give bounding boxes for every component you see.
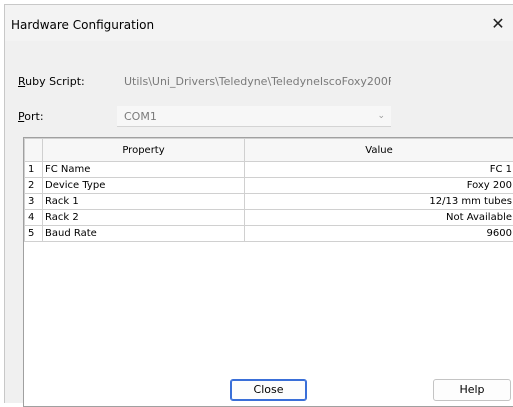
port-select-value: COM1 [124,110,157,123]
property-cell[interactable]: Baud Rate [43,226,245,242]
table-row[interactable]: 3 Rack 1 12/13 mm tubes [25,194,513,210]
row-index: 3 [25,194,43,210]
column-header-property[interactable]: Property [43,139,245,162]
row-index: 1 [25,162,43,178]
title-bar: Hardware Configuration ✕ [5,5,513,41]
hardware-configuration-dialog: Hardware Configuration ✕ Ruby Script: Ut… [4,4,513,403]
row-index: 2 [25,178,43,194]
ruby-script-field[interactable]: Utils\Uni_Drivers\Teledyne\TeledyneIscoF… [117,71,391,92]
row-index: 4 [25,210,43,226]
table-header-row: Property Value [25,139,513,162]
table-row[interactable]: 1 FC Name FC 1 [25,162,513,178]
value-cell[interactable]: FC 1 [245,162,513,178]
property-table: Property Value 1 FC Name FC 1 2 Device T… [24,138,513,242]
value-cell[interactable]: Foxy 200 [245,178,513,194]
column-header-value[interactable]: Value [245,139,513,162]
value-cell[interactable]: Not Available [245,210,513,226]
ruby-script-label: Ruby Script: [18,75,85,88]
close-icon[interactable]: ✕ [487,13,509,35]
row-index: 5 [25,226,43,242]
property-cell[interactable]: Rack 2 [43,210,245,226]
column-header-index [25,139,43,162]
value-cell[interactable]: 9600 [245,226,513,242]
table-row[interactable]: 4 Rack 2 Not Available [25,210,513,226]
window-title: Hardware Configuration [11,18,154,32]
help-button[interactable]: Help [433,379,511,401]
property-grid: Property Value 1 FC Name FC 1 2 Device T… [23,137,513,407]
port-label: Port: [18,110,44,123]
property-cell[interactable]: Device Type [43,178,245,194]
close-button[interactable]: Close [230,379,307,401]
chevron-down-icon: ⌄ [377,106,385,127]
table-row[interactable]: 5 Baud Rate 9600 [25,226,513,242]
value-cell[interactable]: 12/13 mm tubes [245,194,513,210]
port-select[interactable]: COM1 ⌄ [117,106,391,127]
ruby-script-label-text: uby Script: [25,75,85,88]
table-row[interactable]: 2 Device Type Foxy 200 [25,178,513,194]
property-cell[interactable]: FC Name [43,162,245,178]
property-cell[interactable]: Rack 1 [43,194,245,210]
port-label-text: ort: [24,110,43,123]
